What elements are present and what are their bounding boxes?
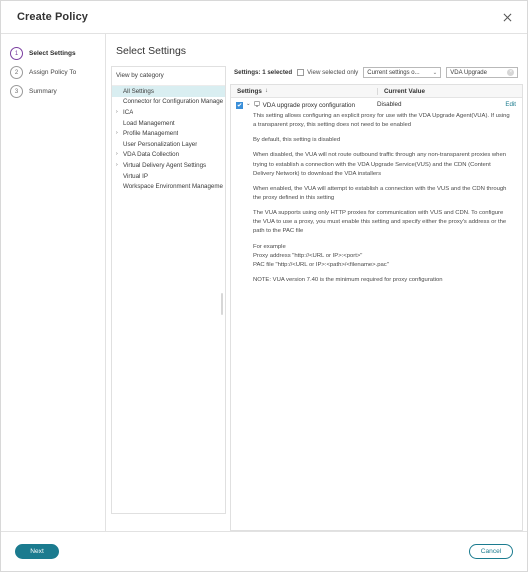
- settings-toolbar: Settings: 1 selected View selected only …: [230, 66, 527, 84]
- dialog-titlebar: Create Policy: [1, 1, 527, 34]
- step-label-assign-policy-to: Assign Policy To: [29, 69, 77, 76]
- settings-panel: Select Settings View by category All Set…: [106, 34, 527, 531]
- setting-current-value: Disabled: [377, 101, 402, 108]
- checkbox-box[interactable]: [297, 69, 305, 76]
- step-label-summary: Summary: [29, 88, 57, 95]
- close-icon[interactable]: [499, 9, 515, 25]
- page-title: Select Settings: [116, 45, 187, 57]
- sort-descending-icon[interactable]: ↓: [265, 88, 268, 94]
- category-tree: View by category All Settings Connector …: [111, 66, 226, 514]
- example-intro: For example: [253, 243, 286, 250]
- view-selected-only-label: View selected only: [307, 69, 359, 76]
- category-item-workspace-environment-management[interactable]: Workspace Environment Management: [112, 181, 225, 192]
- dialog-title: Create Policy: [17, 11, 89, 23]
- column-header-settings-label: Settings: [237, 87, 262, 95]
- selected-count-label: Settings: 1 selected: [234, 69, 293, 76]
- description-paragraph-5: The VUA supports using only HTTP proxies…: [253, 210, 507, 235]
- step-label-select-settings: Select Settings: [29, 50, 76, 57]
- category-label: Virtual IP: [123, 172, 148, 180]
- view-selected-only-checkbox[interactable]: View selected only: [297, 69, 358, 76]
- edit-link[interactable]: Edit: [488, 101, 522, 108]
- step-select-settings[interactable]: 1 Select Settings: [1, 44, 105, 63]
- category-label: VDA Data Collection: [123, 151, 180, 159]
- create-policy-dialog: Create Policy 1 Select Settings 2 Assign…: [0, 0, 528, 572]
- clear-search-icon[interactable]: ×: [507, 69, 515, 76]
- category-label: Profile Management: [123, 130, 179, 138]
- description-paragraph-4: When enabled, the VUA will attempt to es…: [253, 185, 507, 201]
- category-label: All Settings: [123, 87, 154, 95]
- category-label: Workspace Environment Management: [123, 183, 223, 191]
- category-item-connector-configuration-manager[interactable]: Connector for Configuration Manager 2012: [112, 97, 225, 108]
- search-input-value: VDA Upgrade: [450, 69, 487, 76]
- dialog-body: 1 Select Settings 2 Assign Policy To 3 S…: [1, 34, 527, 531]
- settings-table: Settings ↓ Current Value ⌄ VDA upgrade p…: [230, 84, 523, 531]
- chevron-right-icon[interactable]: ›: [116, 162, 121, 168]
- category-item-load-management[interactable]: Load Management: [112, 118, 225, 129]
- chevron-right-icon[interactable]: ›: [116, 109, 121, 115]
- example-pac-file: PAC file "http://<URL or IP>:<path>/<fil…: [253, 261, 389, 268]
- category-label: Load Management: [123, 119, 175, 127]
- step-number-3: 3: [10, 85, 23, 98]
- category-item-virtual-delivery-agent-settings[interactable]: › Virtual Delivery Agent Settings: [112, 160, 225, 171]
- category-label: User Personalization Layer: [123, 140, 198, 148]
- settings-filter-value: Current settings o...: [367, 69, 420, 76]
- column-header-settings[interactable]: Settings ↓: [231, 88, 377, 95]
- row-checkbox[interactable]: [236, 101, 243, 109]
- description-note: NOTE: VUA version 7.40 is the minimum re…: [253, 276, 443, 283]
- category-item-all-settings[interactable]: All Settings: [112, 86, 225, 97]
- dialog-footer: Next Cancel: [1, 531, 527, 571]
- description-paragraph-3: When disabled, the VUA will not route ou…: [253, 152, 507, 177]
- panel-splitter-handle[interactable]: [221, 293, 223, 315]
- column-header-current-value: Current Value: [377, 87, 522, 95]
- category-item-user-personalization-layer[interactable]: User Personalization Layer: [112, 139, 225, 150]
- setting-name: VDA upgrade proxy configuration: [262, 101, 356, 109]
- step-number-2: 2: [10, 66, 23, 79]
- category-label: Connector for Configuration Manager 2012: [123, 98, 223, 106]
- category-item-profile-management[interactable]: › Profile Management: [112, 128, 225, 139]
- category-label: ICA: [123, 108, 134, 116]
- category-label: Virtual Delivery Agent Settings: [123, 161, 207, 169]
- description-paragraph-2: By default, this setting is disabled: [253, 137, 341, 144]
- category-item-vda-data-collection[interactable]: › VDA Data Collection: [112, 150, 225, 161]
- step-assign-policy-to[interactable]: 2 Assign Policy To: [1, 63, 105, 82]
- settings-filter-dropdown[interactable]: Current settings o... ⌄: [363, 67, 442, 78]
- chevron-down-icon: ⌄: [432, 69, 438, 76]
- table-row[interactable]: ⌄ VDA upgrade proxy configuration Disabl…: [231, 98, 522, 109]
- chevron-right-icon[interactable]: ›: [116, 152, 121, 157]
- chevron-right-icon[interactable]: ›: [116, 131, 121, 136]
- step-number-1: 1: [10, 47, 23, 60]
- settings-list-column: Settings: 1 selected View selected only …: [226, 66, 527, 531]
- wizard-steps: 1 Select Settings 2 Assign Policy To 3 S…: [1, 34, 106, 531]
- panel-main: View by category All Settings Connector …: [106, 66, 527, 531]
- description-paragraph-1: This setting allows configuring an expli…: [253, 113, 510, 129]
- table-row-name-cell: ⌄ VDA upgrade proxy configuration: [231, 101, 371, 109]
- next-button[interactable]: Next: [15, 544, 59, 559]
- setting-description: This setting allows configuring an expli…: [231, 109, 522, 285]
- category-tree-title: View by category: [112, 67, 225, 86]
- example-proxy-address: Proxy address "http://<URL or IP>:<port>…: [253, 252, 363, 259]
- table-header-row: Settings ↓ Current Value: [231, 85, 522, 98]
- chevron-down-icon[interactable]: ⌄: [246, 102, 251, 108]
- monitor-icon: [253, 101, 260, 109]
- step-summary[interactable]: 3 Summary: [1, 82, 105, 101]
- search-input[interactable]: VDA Upgrade ×: [446, 67, 519, 78]
- cancel-button[interactable]: Cancel: [469, 544, 513, 559]
- category-item-virtual-ip[interactable]: Virtual IP: [112, 171, 225, 182]
- category-item-ica[interactable]: › ICA: [112, 107, 225, 118]
